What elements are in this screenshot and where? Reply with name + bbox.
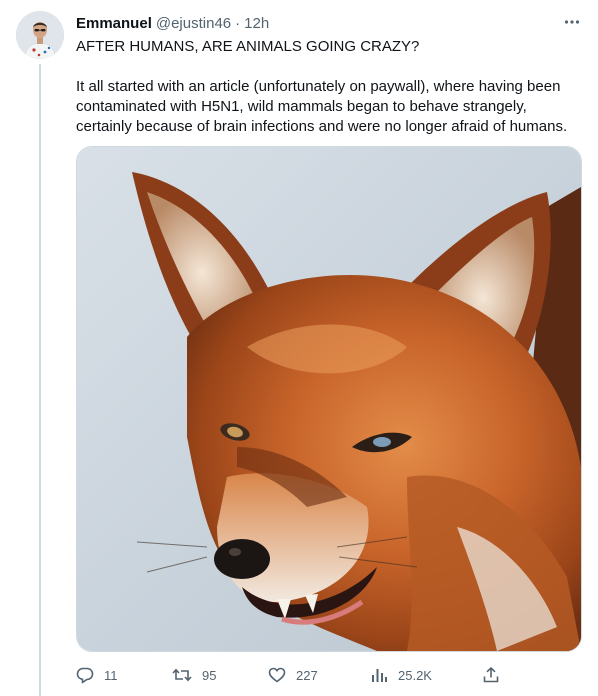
views-button[interactable]: 25.2K xyxy=(370,664,432,686)
avatar-photo xyxy=(16,11,64,59)
like-button[interactable]: 227 xyxy=(268,664,318,686)
author-handle[interactable]: @ejustin46 xyxy=(156,15,231,32)
views-count: 25.2K xyxy=(398,667,432,683)
thread-line xyxy=(39,64,41,696)
heart-icon xyxy=(268,667,286,683)
author-name[interactable]: Emmanuel xyxy=(76,15,152,32)
timestamp[interactable]: 12h xyxy=(244,15,269,32)
reply-bubble-icon xyxy=(76,667,94,684)
bar-chart-icon xyxy=(372,669,387,682)
more-options-button[interactable] xyxy=(562,12,582,32)
tweet-card[interactable]: Emmanuel @ejustin46 · 12h AFTER HUMANS, … xyxy=(0,0,598,696)
separator-dot: · xyxy=(235,14,241,32)
tweet-text: AFTER HUMANS, ARE ANIMALS GOING CRAZY? I… xyxy=(76,37,582,137)
share-button[interactable] xyxy=(482,664,500,686)
reply-count: 11 xyxy=(104,667,118,683)
retweet-count: 95 xyxy=(202,667,217,683)
share-upload-icon xyxy=(483,667,499,683)
tweet-headline: AFTER HUMANS, ARE ANIMALS GOING CRAZY? xyxy=(76,38,420,55)
fox-photo xyxy=(77,147,581,651)
tweet-media-image[interactable] xyxy=(76,146,582,652)
tweet-header: Emmanuel @ejustin46 · 12h xyxy=(76,13,269,33)
more-horizontal-icon xyxy=(564,20,580,24)
like-count: 227 xyxy=(296,667,318,683)
tweet-body: It all started with an article (unfortun… xyxy=(76,78,568,135)
retweet-button[interactable]: 95 xyxy=(172,664,216,686)
retweet-arrows-icon xyxy=(172,668,192,682)
avatar[interactable] xyxy=(16,11,64,59)
tweet-actions: 11 95 227 25.2K xyxy=(76,664,506,686)
reply-button[interactable]: 11 xyxy=(76,664,118,686)
